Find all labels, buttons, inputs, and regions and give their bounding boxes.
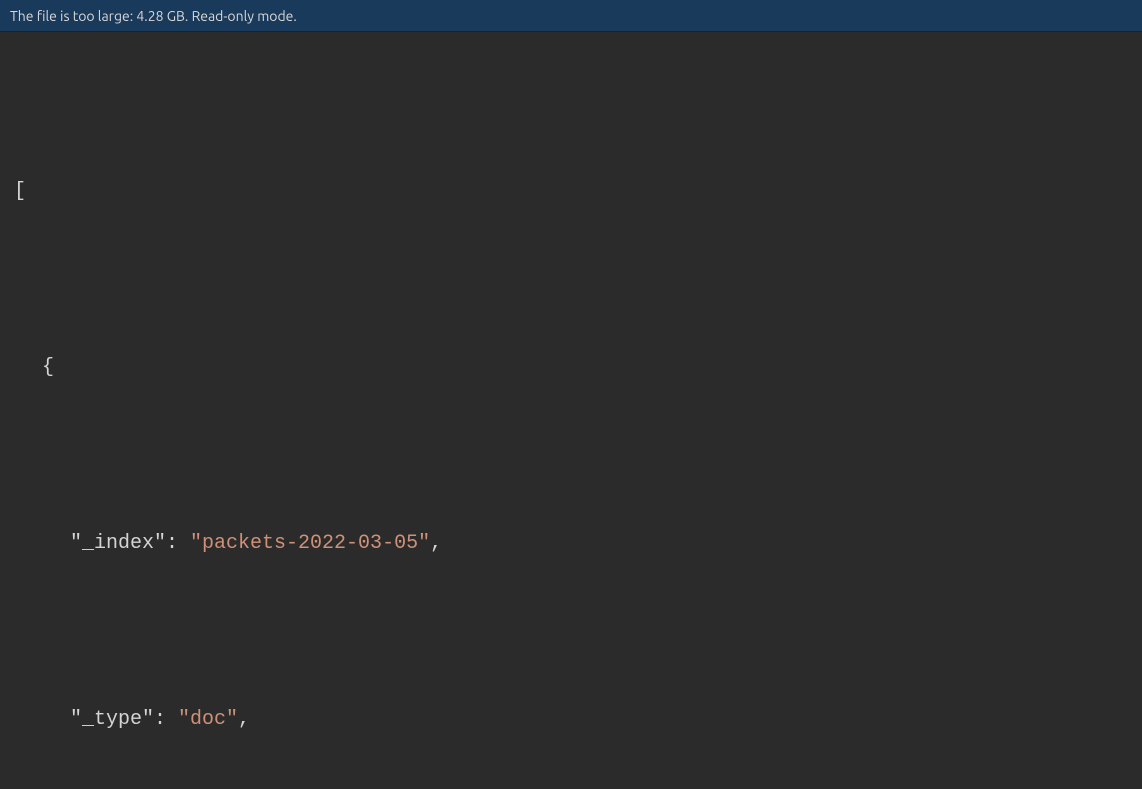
code-line: {	[0, 346, 1142, 390]
code-line: "_type": "doc",	[0, 698, 1142, 742]
json-string: "packets-2022-03-05"	[190, 522, 430, 566]
json-key: "_index"	[70, 522, 166, 566]
code-line: "_index": "packets-2022-03-05",	[0, 522, 1142, 566]
code-editor[interactable]: [ { "_index": "packets-2022-03-05", "_ty…	[0, 32, 1142, 789]
code-line: [	[0, 170, 1142, 214]
json-key: "_type"	[70, 698, 154, 742]
bracket-open: [	[14, 170, 26, 214]
brace-open: {	[42, 346, 54, 390]
json-string: "doc"	[178, 698, 238, 742]
notification-text: The file is too large: 4.28 GB. Read-onl…	[10, 8, 297, 24]
file-too-large-notification: The file is too large: 4.28 GB. Read-onl…	[0, 0, 1142, 32]
